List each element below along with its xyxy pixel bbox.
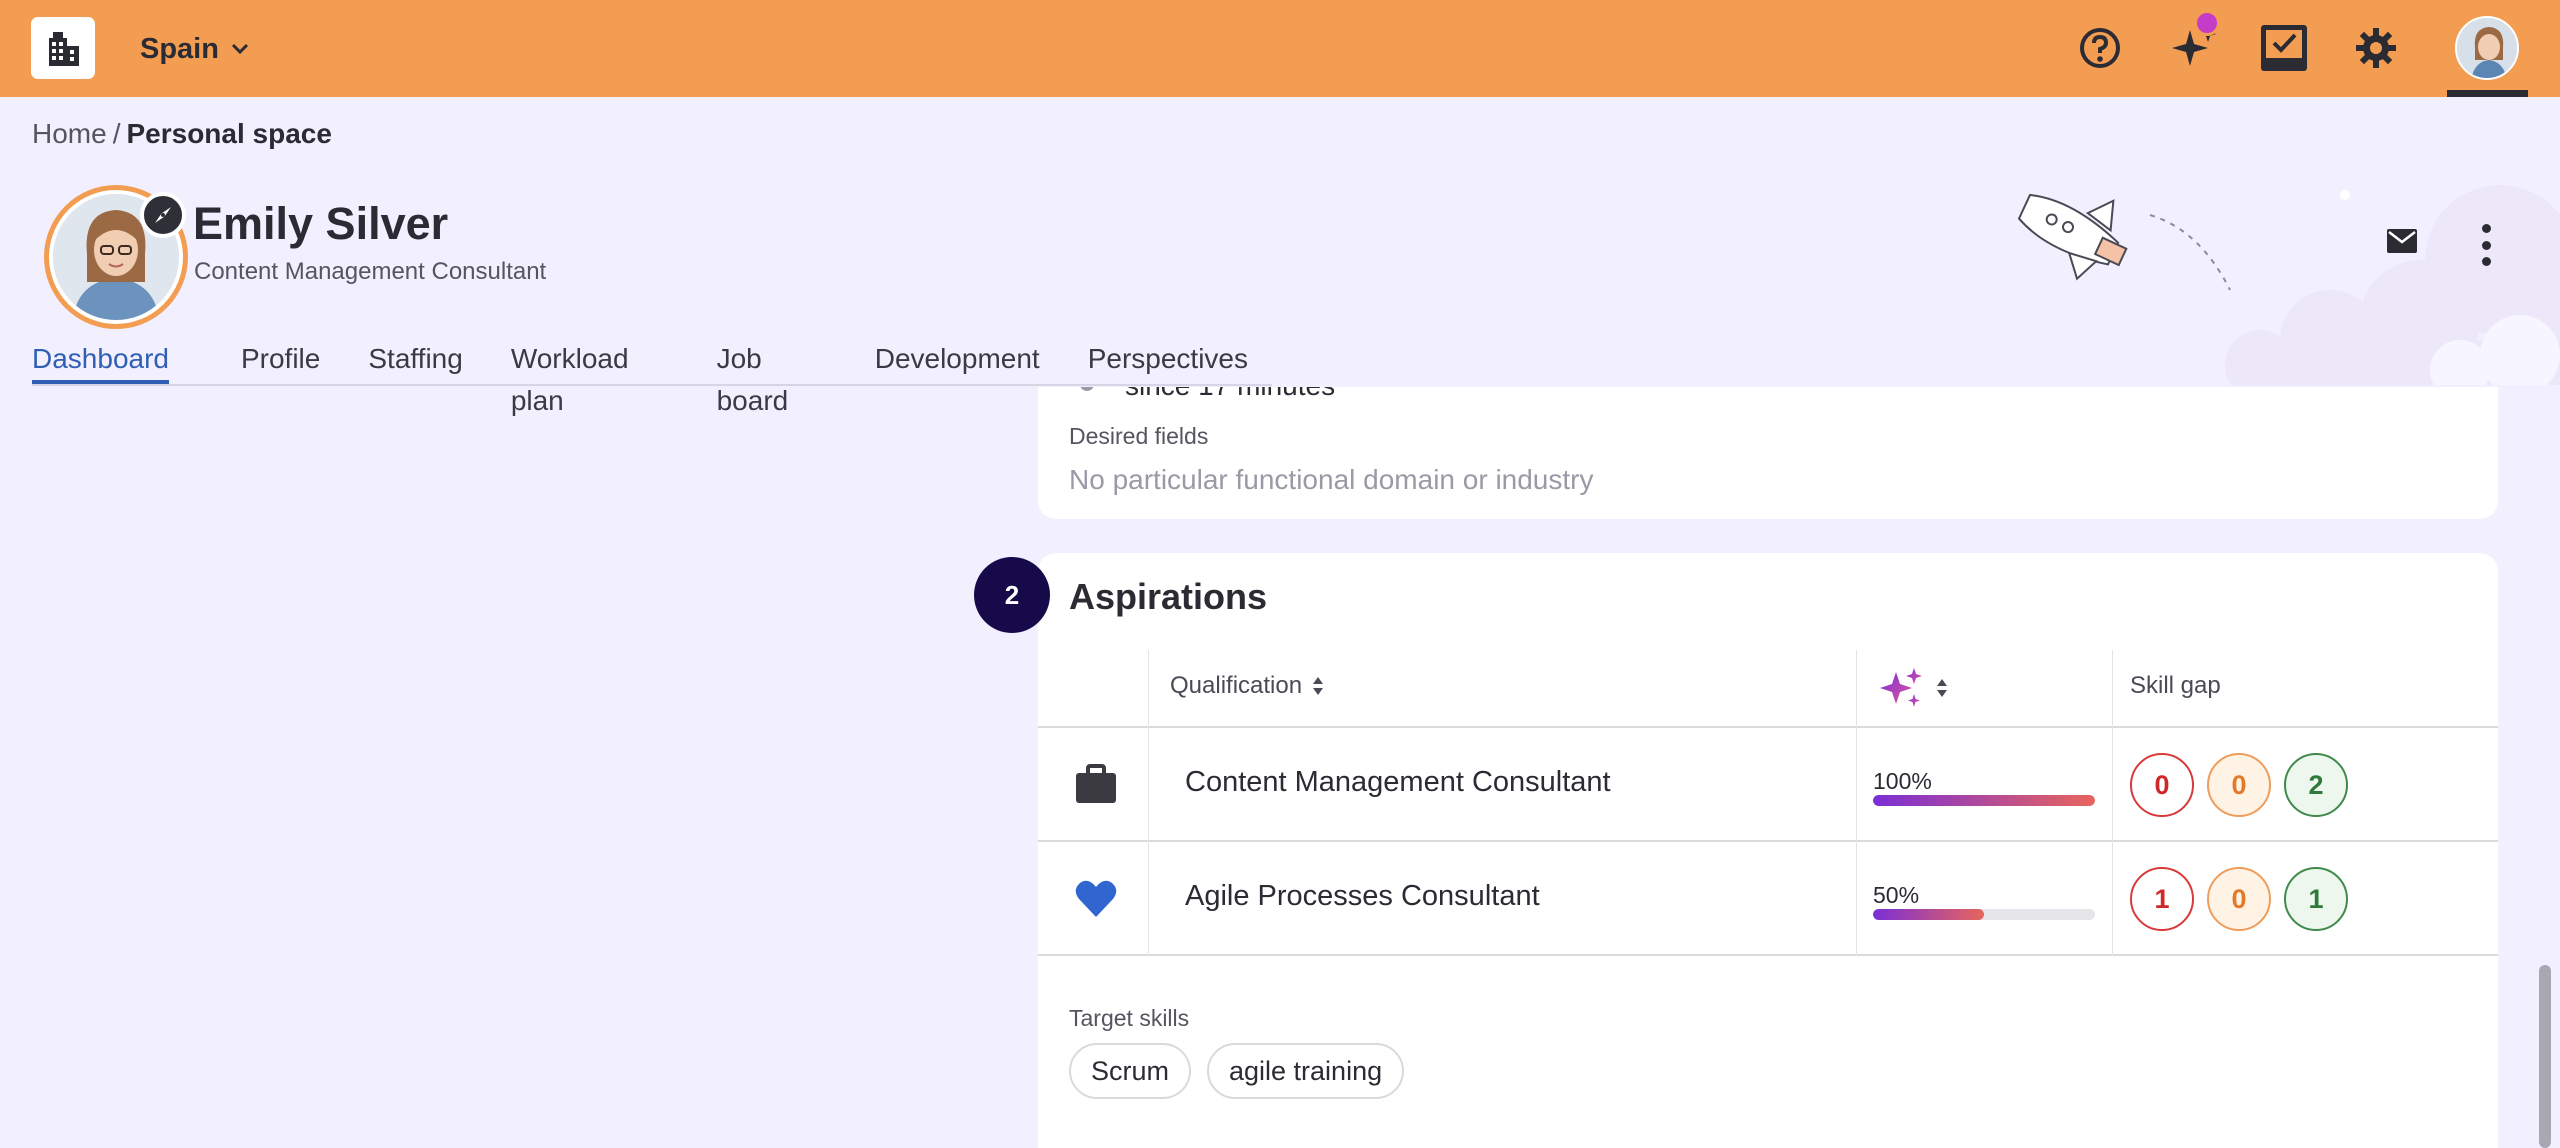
column-divider: [1856, 842, 1857, 956]
match-progress-fill: [1873, 795, 2095, 806]
more-dot-icon: [2481, 224, 2491, 233]
tab-development[interactable]: Development: [851, 338, 1064, 384]
org-selector[interactable]: Spain: [140, 28, 249, 70]
user-avatar[interactable]: [2455, 16, 2519, 80]
gap-missing-count[interactable]: 1: [2130, 867, 2194, 931]
help-button[interactable]: [2074, 22, 2126, 74]
company-logo[interactable]: [31, 17, 95, 79]
settings-icon: [2356, 28, 2396, 68]
status-since: since 17 minutes: [1125, 387, 1335, 402]
ai-sparkle-icon: [1880, 668, 1922, 707]
column-divider: [1148, 650, 1149, 728]
avatar-active-indicator: [2447, 90, 2528, 97]
column-divider: [2112, 842, 2113, 956]
gap-missing-count[interactable]: 0: [2130, 753, 2194, 817]
qualification-header-label: Qualification: [1170, 672, 1303, 699]
tab-perspectives[interactable]: Perspectives: [1064, 338, 1272, 384]
skill-chip[interactable]: Scrum: [1069, 1043, 1192, 1099]
breadcrumb-current: Personal space: [126, 118, 332, 149]
gap-partial-count[interactable]: 0: [2207, 867, 2271, 931]
briefcase-icon: [1076, 764, 1116, 803]
qualification-column-header[interactable]: Qualification: [1170, 672, 1324, 700]
column-divider: [1148, 728, 1149, 842]
desired-fields-label: Desired fields: [1069, 423, 1209, 449]
more-options-button[interactable]: [2470, 220, 2502, 270]
help-icon: [2080, 28, 2120, 68]
qualification-name[interactable]: Agile Processes Consultant: [1185, 880, 1540, 913]
org-selector-label: Spain: [140, 32, 219, 65]
match-progress-bar: [1873, 909, 2095, 920]
match-percentage: 100%: [1873, 768, 1932, 794]
match-column-header[interactable]: [1878, 664, 1948, 712]
match-progress-fill: [1873, 909, 1984, 920]
tab-job-board[interactable]: Job board: [693, 338, 851, 416]
tab-workload-plan[interactable]: Workload plan: [487, 338, 693, 416]
column-divider: [1856, 728, 1857, 842]
skill-gap-column-header: Skill gap: [2130, 672, 2221, 700]
page-scrollbar[interactable]: [2539, 965, 2551, 1148]
status-dot-icon: [1080, 387, 1094, 391]
target-skills-label: Target skills: [1069, 1005, 1190, 1031]
profile-role: Content Management Consultant: [194, 258, 547, 285]
gap-met-count[interactable]: 2: [2284, 753, 2348, 817]
desired-fields-value: No particular functional domain or indus…: [1069, 464, 1594, 495]
top-bar: Spain: [0, 0, 2560, 97]
skill-chip[interactable]: agile training: [1207, 1043, 1405, 1099]
compass-icon: [155, 207, 171, 223]
compass-badge[interactable]: [140, 192, 186, 238]
breadcrumb-separator: /: [112, 118, 121, 149]
qualification-name[interactable]: Content Management Consultant: [1185, 766, 1611, 799]
tab-staffing[interactable]: Staffing: [344, 338, 486, 384]
gap-partial-count[interactable]: 0: [2207, 753, 2271, 817]
more-dot-icon: [2481, 240, 2491, 250]
match-percentage: 50%: [1873, 882, 1920, 908]
tasks-icon: [2261, 25, 2307, 71]
profile-tabs: Dashboard Profile Staffing Workload plan…: [32, 338, 1272, 416]
user-photo-icon: [2457, 18, 2517, 78]
skill-gap-header-label: Skill gap: [2130, 672, 2221, 699]
breadcrumb: Home / Personal space: [32, 118, 332, 150]
heart-icon: [1075, 880, 1117, 917]
tasks-button[interactable]: [2258, 22, 2310, 74]
aspiration-row[interactable]: Content Management Consultant 100% 0 0 2: [1038, 728, 2498, 842]
more-dot-icon: [2481, 257, 2491, 266]
aspiration-row[interactable]: Agile Processes Consultant 50% 1 0 1: [1038, 842, 2498, 956]
column-divider: [1856, 650, 1857, 728]
column-divider: [2112, 728, 2113, 842]
chevron-down-icon: [231, 43, 249, 55]
tab-profile[interactable]: Profile: [217, 338, 344, 384]
profile-name: Emily Silver: [193, 198, 449, 249]
mail-icon: [2387, 229, 2417, 253]
breadcrumb-home-link[interactable]: Home: [32, 118, 107, 149]
building-icon: [49, 32, 79, 66]
settings-button[interactable]: [2350, 22, 2402, 74]
column-divider: [1148, 842, 1149, 956]
mail-button[interactable]: [2386, 228, 2424, 262]
match-progress-bar: [1873, 795, 2095, 806]
column-divider: [2112, 650, 2113, 728]
tab-dashboard[interactable]: Dashboard: [32, 338, 169, 384]
ai-assistant-button[interactable]: [2168, 10, 2220, 74]
aspirations-title: Aspirations: [1069, 576, 1268, 617]
step-number-badge: 2: [974, 557, 1050, 633]
aspirations-table-header: Qualification Skill gap: [1038, 650, 2498, 728]
sort-icon: [1313, 677, 1324, 695]
gap-met-count[interactable]: 1: [2284, 867, 2348, 931]
sort-icon: [1937, 679, 1947, 697]
notification-dot: [2194, 10, 2220, 36]
since-clip: since 17 minutes: [1038, 387, 2498, 427]
